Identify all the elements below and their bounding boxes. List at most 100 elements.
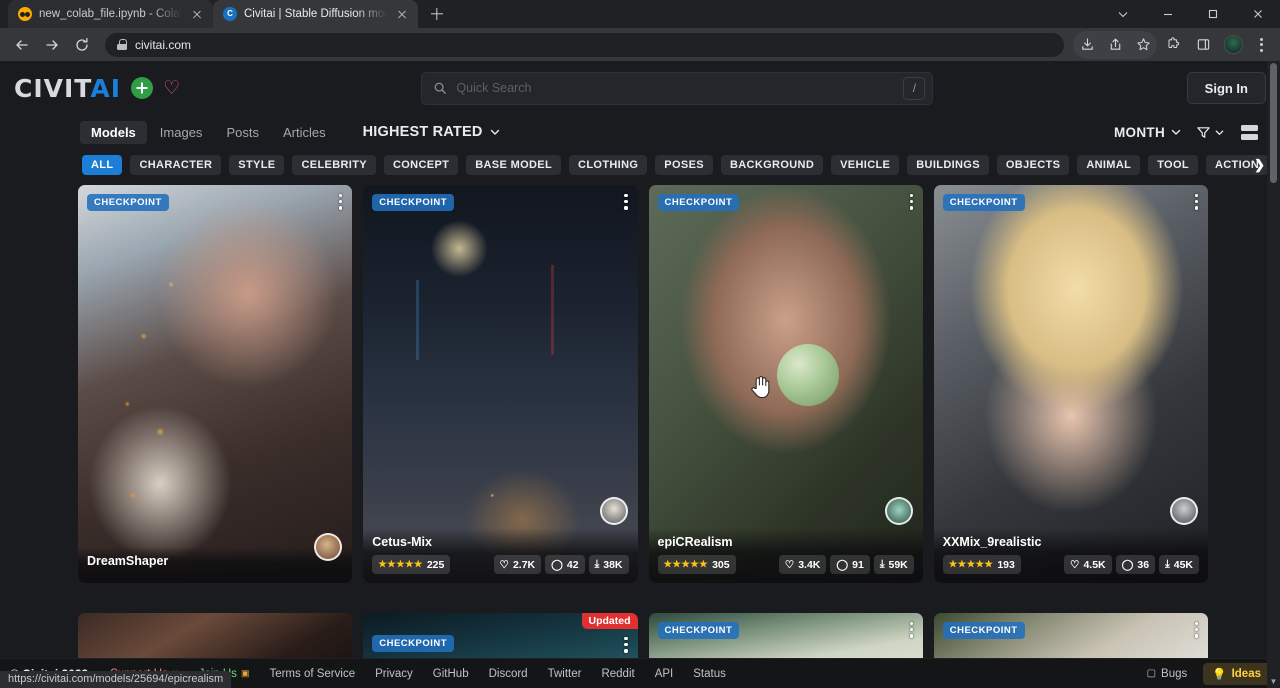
model-stats: ★★★★★ 225 ♡ 2.7K ◯ 42	[372, 555, 628, 574]
chip-vehicle[interactable]: VEHICLE	[831, 155, 899, 175]
download-icon: ⤓	[880, 558, 885, 571]
comments-badge: ◯ 36	[1116, 555, 1155, 574]
tab-strip: new_colab_file.ipynb - Colaborat C Civit…	[0, 0, 1280, 28]
sort-select[interactable]: HIGHEST RATED	[363, 124, 501, 140]
downloads-badge: ⤓ 59K	[874, 555, 914, 574]
close-icon[interactable]	[1235, 0, 1280, 28]
downloads-badge: ⤓ 45K	[1159, 555, 1199, 574]
footer-link-api[interactable]: API	[655, 668, 674, 680]
chip-concept[interactable]: CONCEPT	[384, 155, 458, 175]
minimize-icon[interactable]	[1145, 0, 1190, 28]
search-input[interactable]	[456, 81, 894, 95]
back-icon[interactable]	[8, 31, 36, 59]
scrollbar-thumb[interactable]	[1270, 63, 1277, 183]
card-footer: epiCRealism ★★★★★ 305 ♡ 3.4K	[649, 528, 923, 583]
tab-models[interactable]: Models	[80, 121, 147, 144]
chrome-menu-icon[interactable]	[1250, 31, 1272, 59]
reload-icon[interactable]	[68, 31, 96, 59]
card-menu-icon[interactable]	[908, 192, 915, 212]
footer-link-discord[interactable]: Discord	[489, 668, 528, 680]
model-card[interactable]: CHECKPOINT XXMix_9realistic ★★★★★ 193 ♡	[934, 185, 1208, 583]
status-badge: CHECKPOINT	[658, 622, 740, 639]
card-menu-icon[interactable]	[1193, 620, 1200, 640]
chip-buildings[interactable]: BUILDINGS	[907, 155, 989, 175]
new-tab-button[interactable]	[423, 0, 451, 28]
site-logo[interactable]: CIVITAI ♡	[14, 74, 180, 103]
bookmark-star-icon[interactable]	[1129, 31, 1157, 59]
chip-animal[interactable]: ANIMAL	[1077, 155, 1140, 175]
footer-right-actions: ▢ Bugs 💡 Ideas	[1140, 663, 1270, 685]
card-footer: XXMix_9realistic ★★★★★ 193 ♡ 4.5K	[934, 528, 1208, 583]
sign-in-button[interactable]: Sign In	[1187, 72, 1266, 104]
tab-posts[interactable]: Posts	[215, 121, 270, 144]
comment-icon: ◯	[551, 559, 563, 571]
rating-count: 193	[997, 559, 1015, 571]
chip-objects[interactable]: OBJECTS	[997, 155, 1069, 175]
side-panel-icon[interactable]	[1189, 31, 1217, 59]
address-bar[interactable]: civitai.com	[105, 33, 1064, 57]
avatar[interactable]	[1170, 497, 1198, 525]
footer-link-reddit[interactable]: Reddit	[601, 668, 634, 680]
chip-style[interactable]: STYLE	[229, 155, 284, 175]
card-menu-icon[interactable]	[1193, 192, 1200, 212]
stars-icon: ★★★★★	[378, 559, 423, 570]
download-icon: ⤓	[595, 558, 600, 571]
chip-base-model[interactable]: BASE MODEL	[466, 155, 561, 175]
profile-avatar[interactable]	[1224, 35, 1243, 54]
heart-icon[interactable]: ♡	[163, 79, 180, 98]
footer-link-twitter[interactable]: Twitter	[548, 668, 582, 680]
footer-link-privacy[interactable]: Privacy	[375, 668, 413, 680]
comment-icon: ◯	[836, 559, 848, 571]
maximize-icon[interactable]	[1190, 0, 1235, 28]
chip-all[interactable]: ALL	[82, 155, 122, 175]
card-menu-icon[interactable]	[622, 192, 629, 212]
model-card[interactable]: CHECKPOINT epiCRealism ★★★★★ 305 ♡ 3.4	[649, 185, 923, 583]
chip-poses[interactable]: POSES	[655, 155, 713, 175]
tab-articles[interactable]: Articles	[272, 121, 337, 144]
model-card[interactable]: CHECKPOINT DreamShaper	[78, 185, 352, 583]
search-area: /	[180, 72, 1175, 105]
chip-tool[interactable]: TOOL	[1148, 155, 1198, 175]
browser-tab-colab[interactable]: new_colab_file.ipynb - Colaborat	[8, 0, 213, 28]
avatar[interactable]	[600, 497, 628, 525]
close-icon[interactable]	[189, 6, 205, 22]
quick-search-bar[interactable]: /	[421, 72, 933, 105]
tab-search-icon[interactable]	[1100, 0, 1145, 28]
filter-button[interactable]	[1196, 125, 1225, 140]
likes-count: 4.5K	[1083, 559, 1105, 571]
close-icon[interactable]	[394, 6, 410, 22]
tab-images[interactable]: Images	[149, 121, 214, 144]
category-chips: ALL CHARACTER STYLE CELEBRITY CONCEPT BA…	[0, 149, 1280, 175]
layout-toggle-button[interactable]	[1241, 125, 1258, 140]
model-card[interactable]: CHECKPOINT Cetus-Mix ★★★★★ 225 ♡ 2.7K	[363, 185, 637, 583]
period-select[interactable]: MONTH	[1114, 125, 1182, 140]
heart-icon: ♡	[1070, 559, 1079, 571]
create-plus-icon[interactable]	[131, 77, 153, 99]
footer-link-status[interactable]: Status	[693, 668, 726, 680]
rating-badge: ★★★★★ 225	[372, 555, 450, 574]
card-menu-icon[interactable]	[908, 620, 915, 640]
avatar[interactable]	[885, 497, 913, 525]
browser-tab-civitai[interactable]: C Civitai | Stable Diffusion models,	[213, 0, 418, 28]
card-menu-icon[interactable]	[622, 635, 629, 655]
install-icon[interactable]	[1073, 31, 1101, 59]
chevron-right-icon[interactable]: ❯	[1254, 157, 1265, 173]
footer-link-terms[interactable]: Terms of Service	[269, 668, 355, 680]
scroll-down-arrow-icon[interactable]: ▼	[1267, 675, 1280, 688]
ideas-label: Ideas	[1232, 668, 1261, 680]
ideas-button[interactable]: 💡 Ideas	[1203, 663, 1270, 685]
downloads-count: 38K	[603, 559, 622, 571]
page-scrollbar[interactable]: ▼	[1267, 61, 1280, 688]
tab-title: Civitai | Stable Diffusion models,	[244, 8, 387, 20]
chip-celebrity[interactable]: CELEBRITY	[292, 155, 376, 175]
card-menu-icon[interactable]	[337, 192, 344, 212]
chip-clothing[interactable]: CLOTHING	[569, 155, 647, 175]
forward-icon[interactable]	[38, 31, 66, 59]
footer-link-github[interactable]: GitHub	[433, 668, 469, 680]
share-icon[interactable]	[1101, 31, 1129, 59]
extensions-icon[interactable]	[1159, 31, 1187, 59]
heart-icon: ♡	[785, 559, 794, 571]
bugs-button[interactable]: ▢ Bugs	[1140, 665, 1195, 683]
chip-character[interactable]: CHARACTER	[130, 155, 221, 175]
chip-background[interactable]: BACKGROUND	[721, 155, 823, 175]
